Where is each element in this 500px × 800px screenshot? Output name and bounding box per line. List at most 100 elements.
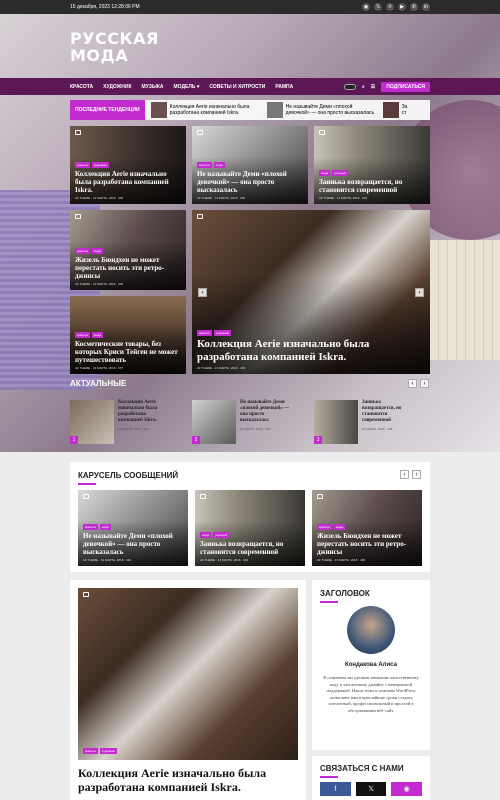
card-title[interactable]: Заинька возвращается, но становится совр… (319, 178, 425, 194)
menu-icon[interactable]: ☰ (371, 84, 375, 90)
carousel-card[interactable]: мода уличный Заинька возвращается, но ста… (195, 490, 305, 566)
actual-item-date: 13 МАРТА, 2018 · 349 (362, 427, 393, 431)
actual-item[interactable]: 1 Коллекция Aerie изначально была разраб… (70, 400, 168, 444)
featured-card[interactable]: красота мода Косметические товары, без ко… (70, 296, 186, 374)
featured-card[interactable]: красота художник Коллекция Aerie изначаль… (70, 126, 186, 204)
card-title[interactable]: Не называйте Деми «плохой девочкой» — он… (83, 532, 183, 556)
carousel-prev-button[interactable]: ‹ (400, 470, 409, 479)
card-title[interactable]: Коллекция Aerie изначально была разработ… (197, 338, 425, 364)
instagram-icon[interactable]: ◉ (362, 3, 370, 11)
image-icon (83, 494, 89, 499)
card-meta: AF THEME · 13 МАРТА, 2018 · 406 (75, 282, 124, 286)
slider-prev-button[interactable]: ‹ (198, 288, 207, 297)
category-tag[interactable]: мода (333, 524, 345, 530)
card-title[interactable]: Косметические товары, без которых Криси … (75, 340, 181, 364)
actual-item[interactable]: 2 Не называйте Деми «плохой девочкой» — … (192, 400, 290, 444)
image-icon (319, 130, 325, 135)
top-bar: 15 декабря, 2023 12:28:06 PM ◉ 𝕏 ⌾ ▶ ✆ i… (0, 0, 500, 14)
category-tag[interactable]: красота (75, 162, 90, 168)
category-tag[interactable]: мода (91, 332, 103, 338)
date-time: 15 декабря, 2023 12:28:06 PM (70, 4, 140, 10)
logo-line-1: РУССКАЯ (70, 29, 159, 48)
category-tag[interactable]: красота (317, 524, 332, 530)
actual-item-title: Заинька возвращается, но становится совр… (362, 400, 402, 423)
actual-next-button[interactable]: › (420, 379, 429, 388)
main-post-image[interactable]: красота художник (78, 588, 298, 760)
measuring-tape-image (430, 240, 500, 360)
category-tag[interactable]: красота (197, 162, 212, 168)
category-tag[interactable]: уличный (213, 532, 230, 538)
dribbble-icon[interactable]: ⌾ (386, 3, 394, 11)
nav-item-beauty[interactable]: КРАСОТА (70, 84, 93, 90)
carousel-next-button[interactable]: › (412, 470, 421, 479)
slider-next-button[interactable]: › (415, 288, 424, 297)
category-tag[interactable]: художник (91, 162, 109, 168)
actual-item-title: Не называйте Деми «плохой девочкой» — он… (240, 400, 290, 423)
actual-item[interactable]: 3 Заинька возвращается, но становится со… (314, 400, 412, 444)
image-icon (75, 214, 81, 219)
category-tag[interactable]: мода (213, 162, 225, 168)
category-tag[interactable]: уличный (332, 170, 349, 176)
actual-item-date: 13 МАРТА, 2018 · 349 (240, 427, 271, 431)
image-icon (200, 494, 206, 499)
youtube-icon[interactable]: ▶ (398, 3, 406, 11)
category-tag[interactable]: мода (319, 170, 331, 176)
card-meta: AF THEME · 13 МАРТА, 2018 · 409 (197, 196, 246, 200)
card-meta: AF THEME · 13 МАРТА, 2018 · 377 (75, 366, 124, 370)
connect-heading: СВЯЗАТЬСЯ С НАМИ (320, 764, 404, 773)
trending-item[interactable]: Не называйте Деми «плохой девочкой» — он… (266, 102, 377, 118)
nav-item-ramp[interactable]: РАМПА (275, 84, 293, 90)
category-tag[interactable]: мода (200, 532, 212, 538)
category-tag[interactable]: художник (99, 748, 117, 754)
instagram-icon[interactable]: ◉ (391, 782, 423, 796)
card-meta: AF THEME · 13 МАРТА, 2018 · 409 (75, 196, 124, 200)
carousel-card[interactable]: красота мода Жизель Бюндхен не может пере… (312, 490, 422, 566)
category-tag[interactable]: красота (197, 330, 212, 336)
image-icon (197, 214, 203, 219)
linkedin-icon[interactable]: in (422, 3, 430, 11)
nav-item-artist[interactable]: ХУДОЖНИК (103, 84, 131, 90)
subscribe-button[interactable]: ПОДПИСАТЬСЯ (381, 81, 430, 92)
rank-badge: 3 (314, 436, 322, 444)
featured-card[interactable]: красота мода Не называйте Деми «плохой де… (192, 126, 308, 204)
author-name: Кондакова Алиса (345, 662, 397, 668)
carousel-card[interactable]: красота мода Не называйте Деми «плохой де… (78, 490, 188, 566)
trending-item[interactable]: Коллекция Aerie изначально была разработ… (150, 102, 261, 118)
category-tag[interactable]: красота (75, 248, 90, 254)
featured-card-large[interactable]: ‹ › красота художник Коллекция Aerie изна… (192, 210, 430, 374)
category-tag[interactable]: мода (99, 524, 111, 530)
x-icon[interactable]: 𝕏 (374, 3, 382, 11)
card-meta: AF THEME · 13 МАРТА, 2018 · 349 (200, 558, 249, 562)
category-tag[interactable]: художник (213, 330, 231, 336)
actual-prev-button[interactable]: ‹ (408, 379, 417, 388)
category-tag[interactable]: мода (91, 248, 103, 254)
nav-item-tips[interactable]: СОВЕТЫ И ХИТРОСТИ (209, 84, 265, 90)
trending-thumbnail (382, 102, 399, 118)
category-tag[interactable]: красота (75, 332, 90, 338)
site-logo[interactable]: РУССКАЯ МОДА (70, 30, 159, 64)
card-title[interactable]: Не называйте Деми «плохой девочкой» — он… (197, 170, 303, 194)
card-title[interactable]: Жизель Бюндхен не может перестать носить… (75, 256, 181, 280)
carousel-title: КАРУСЕЛЬ СООБЩЕНИЙ (78, 471, 179, 480)
trending-item[interactable]: За ст (382, 102, 411, 118)
main-post-title[interactable]: Коллекция Aerie изначально была разработ… (78, 766, 298, 794)
sidebar-heading: ЗАГОЛОВОК (320, 589, 370, 598)
card-title[interactable]: Заинька возвращается, но становится совр… (200, 540, 300, 556)
featured-card[interactable]: мода уличный Заинька возвращается, но ста… (314, 126, 430, 204)
card-title[interactable]: Коллекция Aerie изначально была разработ… (75, 170, 181, 194)
trending-thumbnail (266, 102, 283, 118)
author-avatar (347, 606, 395, 654)
featured-card[interactable]: красота мода Жизель Бюндхен не может пере… (70, 210, 186, 290)
vk-icon[interactable]: ✆ (410, 3, 418, 11)
category-tag[interactable]: красота (83, 748, 98, 754)
dark-mode-toggle[interactable] (343, 83, 356, 90)
nav-item-music[interactable]: МУЗЫКА (142, 84, 164, 90)
card-title[interactable]: Жизель Бюндхен не может перестать носить… (317, 532, 417, 556)
main-nav: КРАСОТА ХУДОЖНИК МУЗЫКА МОДЕЛЬ ▾ СОВЕТЫ … (0, 78, 500, 95)
search-icon[interactable]: ⌕ (362, 84, 365, 90)
x-icon[interactable]: 𝕏 (355, 782, 387, 796)
card-meta: AF THEME · 13 МАРТА, 2018 · 349 (319, 196, 368, 200)
facebook-icon[interactable]: f (320, 782, 351, 796)
category-tag[interactable]: красота (83, 524, 98, 530)
nav-item-model[interactable]: МОДЕЛЬ ▾ (174, 84, 200, 90)
